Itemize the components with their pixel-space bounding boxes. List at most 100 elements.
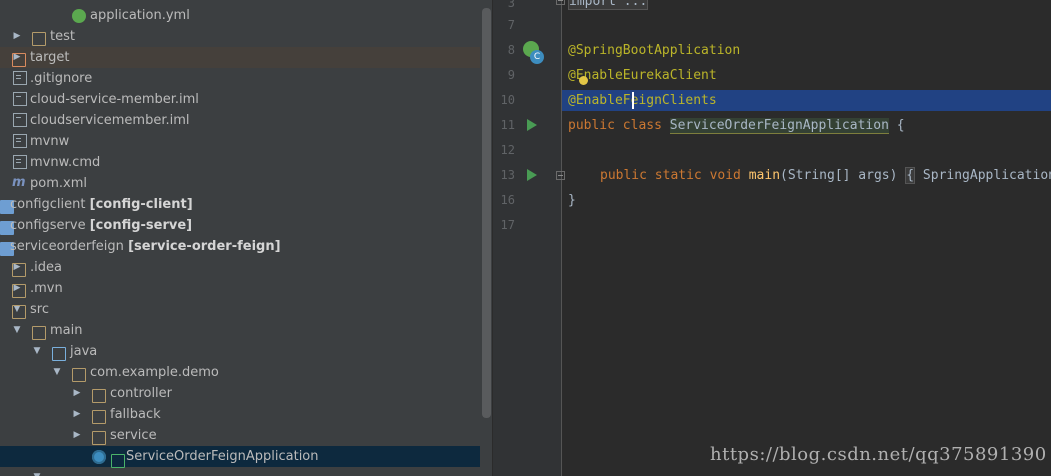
class-name: ServiceOrderFeignApplication (669, 118, 889, 134)
tree-item-mvnw[interactable]: mvnw (0, 131, 480, 152)
module-file-icon (13, 113, 27, 127)
spring-yml-icon (72, 9, 86, 23)
expanded-arrow-icon[interactable]: ▼ (31, 341, 43, 362)
code-line-8[interactable]: @SpringBootApplication (568, 41, 740, 61)
tree-item-label: .gitignore (30, 71, 93, 86)
keyword: public static void (600, 168, 741, 183)
tree-item-label: serviceorderfeign (10, 239, 124, 254)
code-line-16[interactable]: } (568, 191, 576, 211)
line-number: 13 (500, 168, 515, 182)
source-folder-icon (52, 347, 66, 361)
tree-item-iml-member[interactable]: cloud-service-member.iml (0, 89, 480, 110)
tree-item-label-wrap: configserve [config-serve] (10, 215, 192, 236)
folder-icon (32, 326, 46, 340)
module-name: [config-client] (89, 197, 193, 212)
folder-icon (12, 263, 26, 277)
module-file-icon (13, 92, 27, 106)
tree-item-test[interactable]: ▶ test (0, 26, 480, 47)
tree-item-application-yml[interactable]: application.yml (0, 5, 480, 26)
lock-icon (111, 454, 125, 468)
expanded-arrow-icon[interactable]: ▼ (11, 320, 23, 341)
tree-item-mvn[interactable]: ▶ .mvn (0, 278, 480, 299)
tree-item-label: configserve (10, 218, 86, 233)
tree-item-label: mvnw (30, 134, 70, 149)
run-main-icon[interactable] (527, 169, 537, 181)
keyword: public class (568, 118, 662, 133)
tree-item-java[interactable]: ▼ java (0, 341, 480, 362)
expanded-arrow-icon[interactable]: ▼ (51, 362, 63, 383)
tree-item-label: configclient (10, 197, 86, 212)
tree-item-label: cloud-service-member.iml (30, 92, 199, 107)
tree-item-label: .idea (30, 260, 62, 275)
params: (String[] args) (780, 168, 898, 183)
line-number: 17 (500, 218, 515, 232)
lightbulb-icon[interactable] (579, 76, 588, 85)
tree-item-label: ServiceOrderFeignApplication (126, 449, 319, 464)
tree-item-src[interactable]: ▼ src (0, 299, 480, 320)
collapsed-arrow-icon[interactable]: ▶ (71, 404, 83, 425)
tree-item-label: service (110, 428, 157, 443)
package-icon (92, 431, 106, 445)
tree-item-main[interactable]: ▼ main (0, 320, 480, 341)
folder-icon (12, 284, 26, 298)
tree-item-label: main (50, 323, 83, 338)
tree-item-gitignore[interactable]: .gitignore (0, 68, 480, 89)
tree-item-service[interactable]: ▶ service (0, 425, 480, 446)
line-number: 10 (500, 93, 515, 107)
tree-item-label: target (30, 50, 70, 65)
tree-item-package[interactable]: ▼ com.example.demo (0, 362, 480, 383)
code-line-13[interactable]: public static void main(String[] args) {… (600, 166, 1051, 186)
tree-item-label: .mvn (30, 281, 63, 296)
folded-text: SpringApplication (922, 168, 1051, 183)
folder-icon (12, 305, 26, 319)
code-line-10[interactable]: @EnableFeignClients (568, 91, 717, 111)
fold-toggle-icon[interactable] (556, 0, 565, 5)
tree-item-label: com.example.demo (90, 365, 219, 380)
tree-item-partial[interactable]: ▼ (0, 467, 480, 476)
module-name: [service-order-feign] (128, 239, 281, 254)
collapsed-arrow-icon[interactable]: ▶ (71, 425, 83, 446)
tree-item-configclient[interactable]: configclient [config-client] (0, 194, 480, 215)
tree-item-label-wrap: serviceorderfeign [service-order-feign] (10, 236, 281, 257)
tree-item-label: pom.xml (30, 176, 87, 191)
expanded-arrow-icon[interactable]: ▼ (31, 467, 43, 476)
line-number: 11 (500, 118, 515, 132)
method-name: main (748, 168, 781, 183)
tree-item-label: src (30, 302, 49, 317)
tree-item-serviceorderfeign[interactable]: serviceorderfeign [service-order-feign] (0, 236, 480, 257)
text-caret (632, 92, 634, 109)
tree-item-pom[interactable]: m pom.xml (0, 173, 480, 194)
tree-item-idea[interactable]: ▶ .idea (0, 257, 480, 278)
line-number: 16 (500, 193, 515, 207)
tree-item-fallback[interactable]: ▶ fallback (0, 404, 480, 425)
excluded-folder-icon (12, 53, 26, 67)
tree-item-label-wrap: configclient [config-client] (10, 194, 193, 215)
tree-item-label: controller (110, 386, 173, 401)
brace: { (896, 118, 905, 133)
tree-scrollbar-thumb[interactable] (482, 8, 491, 418)
tree-item-label: fallback (110, 407, 161, 422)
code-line-11[interactable]: public class ServiceOrderFeignApplicatio… (568, 116, 905, 136)
tree-item-mvnw-cmd[interactable]: mvnw.cmd (0, 152, 480, 173)
line-number: 7 (507, 18, 515, 32)
run-class-icon[interactable] (527, 119, 537, 131)
folded-imports[interactable]: import ... (568, 0, 649, 10)
fold-toggle-icon[interactable] (556, 171, 565, 180)
tree-item-controller[interactable]: ▶ controller (0, 383, 480, 404)
tree-item-label: cloudservicemember.iml (30, 113, 190, 128)
code-line-3[interactable]: import ... (568, 0, 649, 12)
tree-item-configserve[interactable]: configserve [config-serve] (0, 215, 480, 236)
text-file-icon (13, 155, 27, 169)
tree-item-target[interactable]: ▶ target (0, 47, 480, 68)
folded-body[interactable]: { (905, 167, 916, 184)
package-icon (72, 368, 86, 382)
tree-item-iml[interactable]: cloudservicemember.iml (0, 110, 480, 131)
code-line-9[interactable]: @EnableEurekaClient (568, 66, 717, 86)
tree-item-main-class[interactable]: ServiceOrderFeignApplication (0, 446, 480, 468)
collapsed-arrow-icon[interactable]: ▶ (71, 383, 83, 404)
watermark: https://blog.csdn.net/qq375891390 (710, 444, 1047, 465)
collapsed-arrow-icon[interactable]: ▶ (11, 26, 23, 47)
class-badge-icon: C (530, 50, 544, 64)
line-number: 3 (507, 0, 515, 10)
project-tree-panel: application.yml ▶ test ▶ target .gitigno… (0, 0, 480, 476)
